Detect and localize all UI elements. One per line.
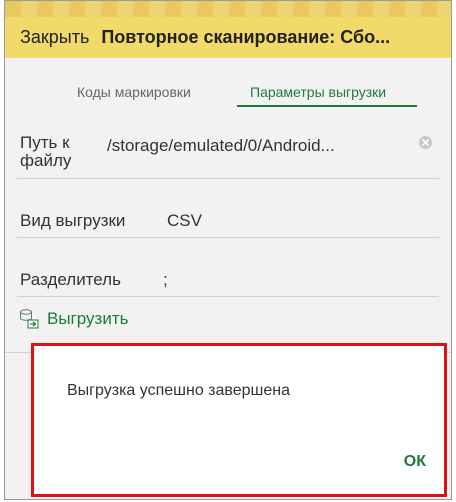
tab-export-parameters[interactable]: Параметры выгрузки xyxy=(250,84,386,100)
export-type-row: Вид выгрузки CSV xyxy=(17,178,439,238)
separator-row: Разделитель ; xyxy=(17,237,439,297)
window-title: Повторное сканирование: Сбо... xyxy=(101,27,391,47)
file-path-field[interactable]: /storage/emulated/0/Android... xyxy=(107,136,335,156)
export-button[interactable]: Выгрузить xyxy=(19,308,128,330)
active-tab-indicator xyxy=(237,105,417,107)
success-dialog: Выгрузка успешно завершена ОК xyxy=(31,343,447,497)
tab-marking-codes[interactable]: Коды маркировки xyxy=(77,84,191,100)
top-strip xyxy=(5,1,451,17)
file-path-label: Путь к файлу xyxy=(20,133,72,170)
title-bar: Закрыть Повторное сканирование: Сбо... xyxy=(5,17,451,58)
separator-label: Разделитель xyxy=(20,270,121,289)
ok-button[interactable]: ОК xyxy=(404,453,426,471)
export-type-label: Вид выгрузки xyxy=(20,211,126,230)
close-button[interactable]: Закрыть xyxy=(20,27,89,48)
file-path-row: Путь к файлу /storage/emulated/0/Android… xyxy=(17,116,439,179)
dialog-message: Выгрузка успешно завершена xyxy=(67,382,290,399)
separator-field[interactable]: ; xyxy=(163,270,168,290)
export-type-field[interactable]: CSV xyxy=(167,211,202,231)
export-database-icon xyxy=(20,309,39,329)
clear-circle-icon[interactable] xyxy=(419,136,432,149)
export-button-label: Выгрузить xyxy=(47,309,129,328)
app-window: Закрыть Повторное сканирование: Сбо... К… xyxy=(4,0,452,500)
tab-bar: Коды маркировки Параметры выгрузки xyxy=(5,58,451,116)
